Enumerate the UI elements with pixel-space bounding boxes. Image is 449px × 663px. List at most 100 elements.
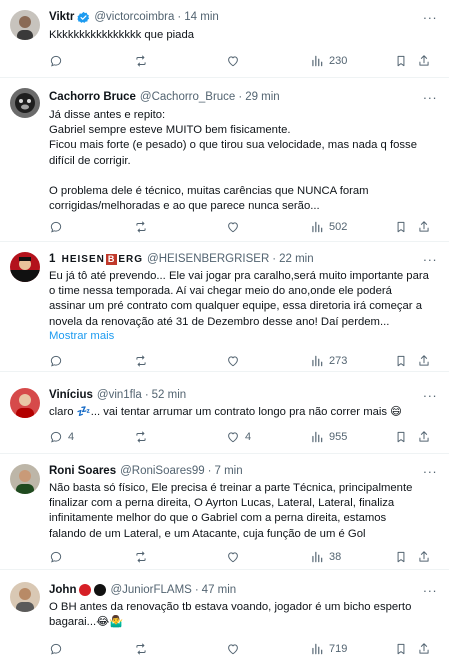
heart-icon bbox=[226, 430, 240, 444]
views-count: 38 bbox=[329, 551, 342, 563]
like-button[interactable]: 4 bbox=[226, 428, 251, 446]
views-button[interactable]: 38 bbox=[310, 548, 341, 566]
separator-dot: · bbox=[238, 91, 243, 103]
tweet-text-line: corrigidas/melhoradas e ao que parece nu… bbox=[49, 200, 320, 213]
avatar[interactable] bbox=[10, 10, 40, 40]
tweet-text: Eu já tô até prevendo... Ele vai jogar p… bbox=[49, 269, 435, 330]
more-options-icon[interactable]: ··· bbox=[421, 462, 439, 480]
tweet-text-line: claro 💤... vai tentar arrumar um contrat… bbox=[49, 406, 402, 418]
bookmark-button[interactable] bbox=[394, 352, 408, 370]
reply-button[interactable] bbox=[49, 352, 68, 370]
reply-button[interactable] bbox=[49, 548, 68, 566]
views-button[interactable]: 502 bbox=[310, 218, 347, 236]
like-button[interactable] bbox=[226, 352, 245, 370]
bookmark-button[interactable] bbox=[394, 548, 408, 566]
timestamp[interactable]: 14 min bbox=[184, 8, 219, 26]
views-button[interactable]: 719 bbox=[310, 640, 347, 658]
like-button[interactable] bbox=[226, 548, 245, 566]
bookmark-button[interactable] bbox=[394, 218, 408, 236]
tweet-text-line: Eu já tô até prevendo... Ele vai jogar p… bbox=[49, 270, 429, 282]
share-button[interactable] bbox=[417, 352, 431, 370]
views-chart-icon bbox=[310, 550, 324, 564]
author-handle[interactable]: @HEISENBERGRISER bbox=[147, 250, 269, 268]
more-options-icon[interactable]: ··· bbox=[421, 8, 439, 26]
tweet[interactable]: Vinícius @vin1fla · 52 min ··· claro 💤..… bbox=[0, 372, 449, 454]
views-button[interactable]: 955 bbox=[310, 428, 347, 446]
author-handle[interactable]: @RoniSoares99 bbox=[120, 462, 205, 480]
author-handle[interactable]: @vin1fla bbox=[97, 386, 142, 404]
reply-button[interactable]: 4 bbox=[49, 428, 74, 446]
tweet[interactable]: Cachorro Bruce @Cachorro_Bruce · 29 min … bbox=[0, 78, 449, 242]
bookmark-icon bbox=[394, 220, 408, 234]
avatar[interactable] bbox=[10, 582, 40, 612]
tweet[interactable]: 1 HEISEN B ERG @HEISENBERGRISER · 22 min ·… bbox=[0, 242, 449, 372]
author-name[interactable]: John bbox=[49, 581, 76, 599]
share-icon bbox=[417, 54, 431, 68]
share-button[interactable] bbox=[417, 428, 431, 446]
tweet-text: Não basta só físico, Ele precisa é trein… bbox=[49, 481, 435, 542]
views-button[interactable]: 273 bbox=[310, 352, 347, 370]
reply-button[interactable] bbox=[49, 218, 68, 236]
more-options-icon[interactable]: ··· bbox=[421, 250, 439, 268]
retweet-button[interactable] bbox=[134, 640, 153, 658]
author-name[interactable]: Roni Soares bbox=[49, 462, 116, 480]
views-count: 273 bbox=[329, 355, 348, 367]
retweet-button[interactable] bbox=[134, 548, 153, 566]
reply-icon bbox=[49, 54, 63, 68]
author-handle[interactable]: @Cachorro_Bruce bbox=[140, 88, 235, 106]
retweet-button[interactable] bbox=[134, 218, 153, 236]
like-button[interactable] bbox=[226, 52, 245, 70]
views-count: 955 bbox=[329, 431, 348, 443]
share-button[interactable] bbox=[417, 548, 431, 566]
timestamp[interactable]: 7 min bbox=[215, 462, 243, 480]
timestamp[interactable]: 22 min bbox=[279, 250, 314, 268]
author-name[interactable]: 1 HEISEN B ERG bbox=[49, 250, 143, 268]
avatar[interactable] bbox=[10, 388, 40, 418]
avatar[interactable] bbox=[10, 252, 40, 282]
timestamp[interactable]: 29 min bbox=[245, 88, 280, 106]
timestamp[interactable]: 47 min bbox=[202, 581, 237, 599]
retweet-button[interactable] bbox=[134, 428, 153, 446]
tweet[interactable]: Viktr @victorcoimbra · 14 min ··· Kkkkkk… bbox=[0, 0, 449, 78]
author-handle[interactable]: @victorcoimbra bbox=[94, 8, 174, 26]
share-button[interactable] bbox=[417, 640, 431, 658]
timestamp[interactable]: 52 min bbox=[152, 386, 187, 404]
author-handle[interactable]: @JuniorFLAMS bbox=[110, 581, 191, 599]
views-count: 230 bbox=[329, 55, 348, 67]
author-name[interactable]: Cachorro Bruce bbox=[49, 88, 136, 106]
separator-dot: · bbox=[272, 253, 277, 265]
avatar[interactable] bbox=[10, 464, 40, 494]
like-button[interactable] bbox=[226, 218, 245, 236]
reply-icon bbox=[49, 642, 63, 656]
like-button[interactable] bbox=[226, 640, 245, 658]
author-name[interactable]: Viktr bbox=[49, 8, 74, 26]
reply-icon bbox=[49, 430, 63, 444]
more-options-icon[interactable]: ··· bbox=[421, 386, 439, 404]
separator-dot: · bbox=[144, 389, 149, 401]
reply-button[interactable] bbox=[49, 52, 68, 70]
tweet[interactable]: John @JuniorFLAMS · 47 min ··· O BH ante… bbox=[0, 570, 449, 663]
retweet-button[interactable] bbox=[134, 352, 153, 370]
retweet-button[interactable] bbox=[134, 52, 153, 70]
more-options-icon[interactable]: ··· bbox=[421, 88, 439, 106]
reply-button[interactable] bbox=[49, 640, 68, 658]
bookmark-button[interactable] bbox=[394, 52, 408, 70]
tweet-text-line: falando de um Lateral, e um Atacante, cu… bbox=[49, 527, 366, 540]
heart-icon bbox=[226, 550, 240, 564]
tweet[interactable]: Roni Soares @RoniSoares99 · 7 min ··· Nã… bbox=[0, 454, 449, 570]
avatar[interactable] bbox=[10, 88, 40, 118]
likes-count: 4 bbox=[245, 431, 252, 443]
bookmark-button[interactable] bbox=[394, 428, 408, 446]
share-button[interactable] bbox=[417, 52, 431, 70]
views-button[interactable]: 230 bbox=[310, 52, 347, 70]
tweet-text-line: O BH antes da renovação tb estava voando… bbox=[49, 601, 412, 613]
share-button[interactable] bbox=[417, 218, 431, 236]
tweet-header: John @JuniorFLAMS · 47 min bbox=[49, 581, 413, 599]
views-count: 502 bbox=[329, 221, 348, 233]
author-name[interactable]: Vinícius bbox=[49, 386, 93, 404]
more-options-icon[interactable]: ··· bbox=[421, 581, 439, 599]
tweet-actions: 38 bbox=[49, 548, 439, 566]
show-more-link[interactable]: Mostrar mais bbox=[49, 330, 114, 342]
tweet-text-line: Gabriel sempre esteve MUITO bem fisicame… bbox=[49, 124, 291, 137]
bookmark-button[interactable] bbox=[394, 640, 408, 658]
